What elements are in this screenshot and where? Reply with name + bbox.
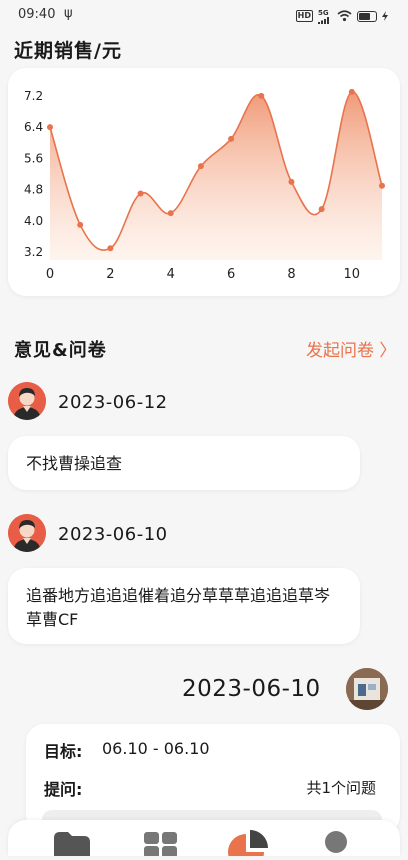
feedback-title: 意见&问卷 [14,340,107,361]
avatar[interactable] [8,514,46,552]
status-icons: HD 5G [295,9,388,24]
y-tick-label: 4.0 [24,214,43,228]
chart-point[interactable] [258,92,265,99]
chart-point[interactable] [379,182,385,189]
y-tick-label: 4.8 [24,183,43,197]
chart-point[interactable] [167,210,174,217]
chart-point[interactable] [137,190,144,197]
message-bubble: 不找曹操追查 [8,436,360,490]
y-tick-label: 3.2 [24,245,43,259]
question-label: 提问: [44,780,83,799]
photo-avatar-icon [346,668,388,710]
y-tick-label: 7.2 [24,89,43,103]
x-tick-label: 4 [167,267,175,282]
question-count: 共1个问题 [306,779,376,797]
y-tick-label: 5.6 [24,151,43,165]
chart-point[interactable] [318,206,325,213]
x-tick-label: 0 [46,267,54,282]
x-tick-label: 2 [106,267,114,282]
pie-chart-icon[interactable] [226,828,270,860]
signal-icon: 5G [318,9,332,24]
chart-point[interactable] [77,221,84,228]
message-bubble: 追番地方追追追催着追分草草草追追追草岑草曹CF [8,568,360,644]
status-bar: 09:40 ψ HD 5G [0,0,408,34]
chart-point[interactable] [107,245,114,252]
chart-point[interactable] [197,163,204,170]
message-date: 2023-06-10 [58,524,168,545]
x-tick-label: 6 [227,267,235,282]
network-type: 5G [318,8,329,17]
usb-icon: ψ [64,6,73,21]
hd-badge: HD [295,10,313,22]
chart-point[interactable] [288,178,295,185]
chart-point[interactable] [348,88,355,95]
bottom-nav [8,820,400,860]
chart-point[interactable] [47,124,53,131]
user-avatar-icon [8,382,46,420]
battery-icon [357,10,377,22]
chart-area [50,91,382,260]
wifi-icon [337,10,352,22]
sales-title: 近期销售/元 [14,40,122,62]
message-text: 不找曹操追查 [26,454,123,473]
survey-card[interactable]: 目标: 06.10 - 06.10 提问: 共1个问题 [26,724,400,834]
message-date: 2023-06-12 [58,392,168,413]
sales-chart-card: 3.2 4.0 4.8 5.6 6.4 7.2 0 2 4 6 8 10 [8,68,400,296]
chart-point[interactable] [228,135,235,142]
user-avatar-icon [8,514,46,552]
message-text: 追番地方追追追催着追分草草草追追追草岑草曹CF [26,586,331,629]
survey-date: 2023-06-10 [182,676,321,702]
sales-line-chart: 3.2 4.0 4.8 5.6 6.4 7.2 0 2 4 6 8 10 [24,88,385,282]
x-tick-label: 8 [287,267,295,282]
charging-icon [382,11,388,21]
target-label: 目标: [44,742,83,761]
survey-author-avatar[interactable] [346,668,388,710]
target-value: 06.10 - 06.10 [102,739,210,758]
avatar[interactable] [8,382,46,420]
y-tick-label: 6.4 [24,120,43,134]
start-survey-link[interactable]: 发起问卷 〉 [306,336,396,361]
x-tick-label: 10 [344,267,361,282]
status-time: 09:40 [18,7,56,22]
